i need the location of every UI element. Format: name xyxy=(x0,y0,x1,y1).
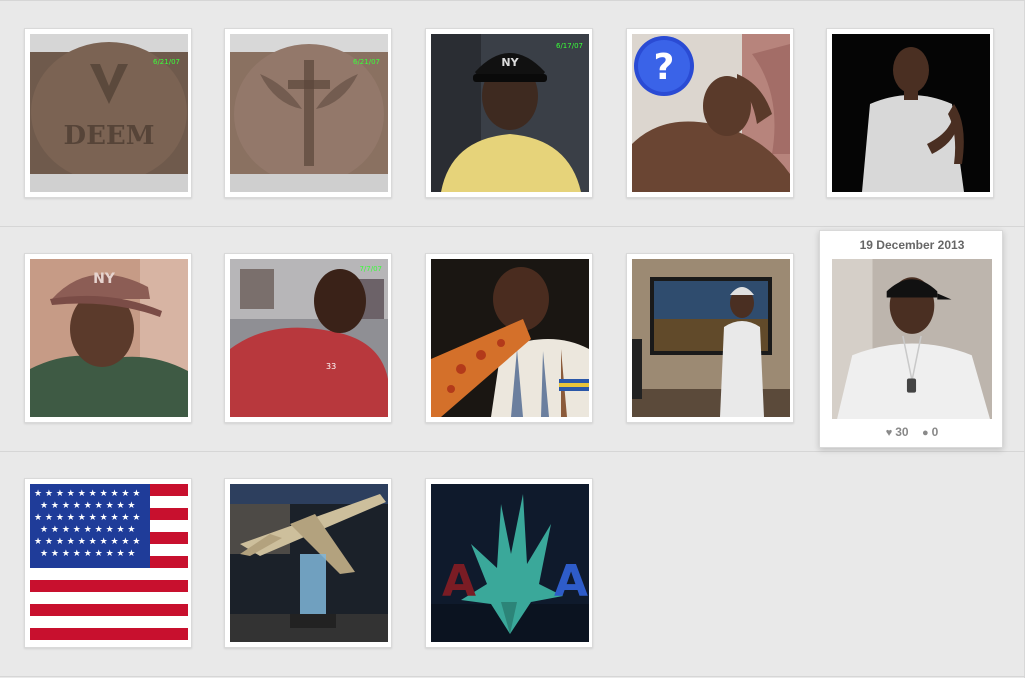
comment-icon: ● xyxy=(921,427,929,439)
likes-stat[interactable]: ♥ 30 xyxy=(886,425,909,439)
svg-text:★ ★ ★ ★ ★ ★ ★ ★ ★: ★ ★ ★ ★ ★ ★ ★ ★ ★ xyxy=(40,501,136,511)
comments-count: 0 xyxy=(931,425,939,439)
photo-thumbnail xyxy=(832,259,992,419)
photo-date: 19 December 2013 xyxy=(859,238,965,252)
jersey-mark: 33 xyxy=(326,362,336,371)
photo-tile-featured[interactable]: 19 December 2013 ♥ 30 ● 0 xyxy=(819,230,1003,448)
photo-thumbnail xyxy=(431,259,589,417)
top-divider xyxy=(0,0,1025,1)
photo-tile-question[interactable]: ? xyxy=(626,28,794,198)
timestamp-label: 6/21/07 xyxy=(153,58,180,66)
cap-logo: NY xyxy=(501,56,519,69)
logo-letter-right: A xyxy=(554,556,588,607)
timestamp-label: 6/17/07 xyxy=(556,42,583,50)
photo-tile-red-shirt[interactable]: 33 7/7/07 xyxy=(224,253,392,423)
tattoo-text: DEEM xyxy=(64,121,155,151)
photo-thumbnail: ★ ★ ★ ★ ★ ★ ★ ★ ★ ★ ★ ★ ★ ★ ★ ★ ★ ★ ★ ★ … xyxy=(30,484,188,642)
photo-thumbnail: NY xyxy=(30,259,188,417)
cap-logo: NY xyxy=(93,271,116,287)
heart-icon: ♥ xyxy=(885,427,893,439)
logo-letter-left: A xyxy=(442,556,476,607)
photo-thumbnail xyxy=(230,484,388,642)
photo-tile-plane-model[interactable] xyxy=(224,478,392,648)
photo-thumbnail: ? xyxy=(632,34,790,192)
photo-thumbnail xyxy=(832,34,990,192)
svg-text:★ ★ ★ ★ ★ ★ ★ ★ ★ ★: ★ ★ ★ ★ ★ ★ ★ ★ ★ ★ xyxy=(34,513,140,523)
svg-text:★ ★ ★ ★ ★ ★ ★ ★ ★: ★ ★ ★ ★ ★ ★ ★ ★ ★ xyxy=(40,549,136,559)
photo-tile-white-tee[interactable] xyxy=(826,28,994,198)
photo-thumbnail: 6/21/07 xyxy=(230,34,388,192)
photo-thumbnail: A A xyxy=(431,484,589,642)
photo-tile-back-tattoo-2[interactable]: 6/21/07 xyxy=(224,28,392,198)
photo-tile-flag[interactable]: ★ ★ ★ ★ ★ ★ ★ ★ ★ ★ ★ ★ ★ ★ ★ ★ ★ ★ ★ ★ … xyxy=(24,478,192,648)
likes-count: 30 xyxy=(895,425,909,439)
photo-thumbnail: DEEM 6/21/07 xyxy=(30,34,188,192)
photo-grid-page: DEEM 6/21/07 6/21/07 NY 6/17/07 ? NY 33 … xyxy=(0,0,1025,678)
timestamp-label: 7/7/07 xyxy=(359,265,382,273)
bottom-divider xyxy=(0,676,1025,677)
row-divider-1 xyxy=(0,226,1025,227)
photo-thumbnail: 33 7/7/07 xyxy=(230,259,388,417)
photo-tile-pizza[interactable] xyxy=(425,253,593,423)
photo-stats: ♥ 30 ● 0 xyxy=(820,425,1004,439)
photo-tile-tv-room[interactable] xyxy=(626,253,794,423)
photo-tile-ny-cap[interactable]: NY 6/17/07 xyxy=(425,28,593,198)
question-mark: ? xyxy=(654,47,675,88)
photo-tile-eagle[interactable]: A A xyxy=(425,478,593,648)
photo-tile-back-tattoo-1[interactable]: DEEM 6/21/07 xyxy=(24,28,192,198)
svg-text:★ ★ ★ ★ ★ ★ ★ ★ ★ ★: ★ ★ ★ ★ ★ ★ ★ ★ ★ ★ xyxy=(34,537,140,547)
row-divider-2 xyxy=(0,451,1025,452)
photo-thumbnail: NY 6/17/07 xyxy=(431,34,589,192)
svg-text:★ ★ ★ ★ ★ ★ ★ ★ ★ ★: ★ ★ ★ ★ ★ ★ ★ ★ ★ ★ xyxy=(34,489,140,499)
comments-stat[interactable]: ● 0 xyxy=(922,425,938,439)
photo-tile-brown-cap[interactable]: NY xyxy=(24,253,192,423)
photo-thumbnail xyxy=(632,259,790,417)
svg-text:★ ★ ★ ★ ★ ★ ★ ★ ★: ★ ★ ★ ★ ★ ★ ★ ★ ★ xyxy=(40,525,136,535)
timestamp-label: 6/21/07 xyxy=(353,58,380,66)
